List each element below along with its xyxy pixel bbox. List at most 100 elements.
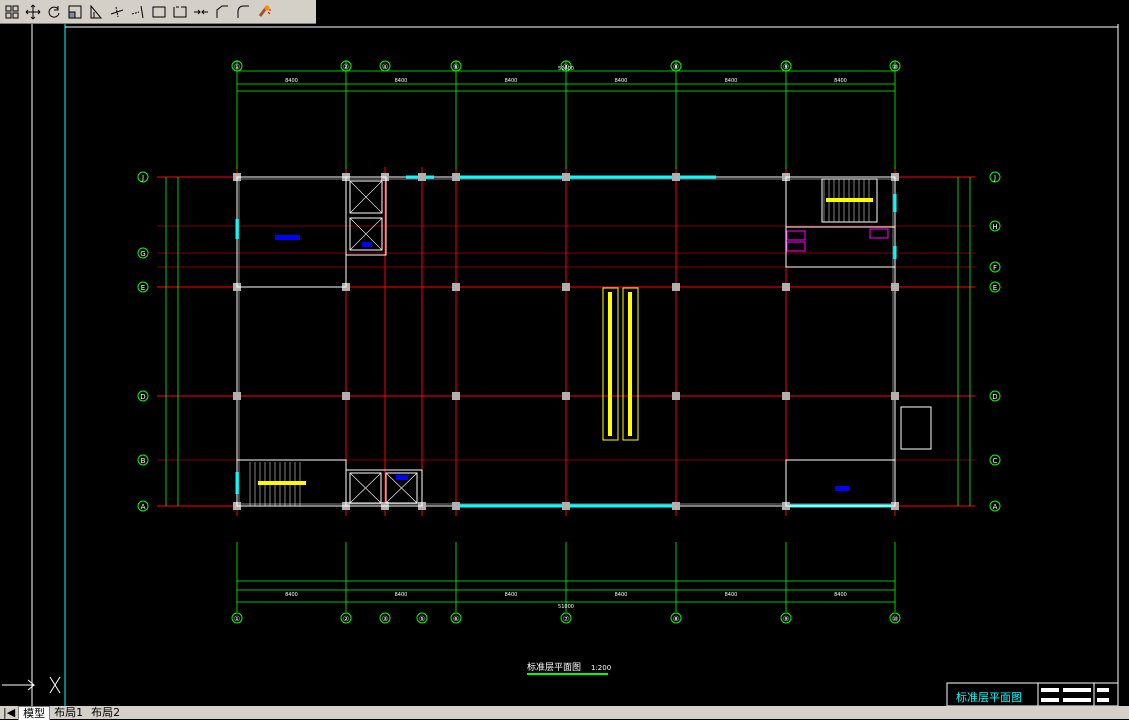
axis-label: C — [993, 457, 998, 465]
dimension-text: 8400 — [725, 78, 738, 84]
toilet-block — [785, 226, 896, 268]
axis-label: A — [993, 503, 998, 511]
title-block-title: 标准层平面图 — [956, 690, 1022, 704]
stretch-icon[interactable] — [86, 2, 106, 22]
dimension-text: 8400 — [725, 592, 738, 598]
axis-label: ⑨ — [783, 63, 789, 71]
structural-column — [891, 283, 899, 291]
axis-label: A — [141, 503, 146, 511]
axis-label: ⑧ — [673, 615, 679, 623]
structural-column — [672, 502, 680, 510]
elevator-cross — [349, 472, 382, 504]
ucs-icon — [2, 676, 61, 694]
toilet-fixture — [786, 241, 806, 252]
break-at-point-icon[interactable] — [170, 2, 190, 22]
axis-label: D — [992, 393, 997, 401]
structural-column — [672, 283, 680, 291]
axis-label: E — [141, 284, 145, 292]
structural-column — [562, 283, 570, 291]
title-block: 标准层平面图 — [946, 682, 1119, 707]
explode-icon[interactable] — [254, 2, 274, 22]
axis-label: J — [993, 174, 996, 182]
cad-drawing[interactable]: ① ② ④ ⑥ ⑦ ⑧ ⑨ ⑩① ② ③ ⑤ ⑥ ⑦ ⑧ ⑨ ⑩JGEDBAJHFEDCA5100051000… — [0, 24, 1129, 707]
room-label — [275, 235, 300, 240]
axis-label: ④ — [382, 63, 388, 71]
axis-label: ⑨ — [783, 615, 789, 623]
structural-column — [342, 392, 350, 400]
room-wall — [236, 176, 347, 288]
axis-label: ① — [234, 615, 240, 623]
axis-label: G — [140, 250, 145, 258]
axis-label: ⑦ — [563, 615, 569, 623]
axis-label: F — [993, 264, 997, 272]
axis-label: ⑥ — [453, 63, 459, 71]
dimension-text: 8400 — [834, 78, 847, 84]
trim-icon[interactable] — [107, 2, 127, 22]
axis-label: ② — [343, 615, 349, 623]
dimension-text: 8400 — [395, 78, 408, 84]
structural-column — [452, 173, 460, 181]
structural-column — [562, 392, 570, 400]
drawing-title-text: 标准层平面图 — [527, 661, 581, 673]
scale-icon[interactable] — [65, 2, 85, 22]
dimension-text: 8400 — [834, 592, 847, 598]
axis-label: E — [993, 284, 997, 292]
extend-icon[interactable] — [128, 2, 148, 22]
axis-label: ⑩ — [892, 615, 898, 623]
room-wall — [785, 459, 896, 507]
axis-label: ② — [343, 63, 349, 71]
drawing-canvas[interactable]: ① ② ④ ⑥ ⑦ ⑧ ⑨ ⑩ ① ② ③ ⑤ ⑥ ⑦ ⑧ ⑨ ⑩ J G E D B A J H F E D C A 51000 51000… — [0, 24, 1129, 707]
axis-label: H — [992, 223, 997, 231]
dimension-text: 8400 — [505, 592, 518, 598]
dimension-text: 51000 — [558, 604, 574, 610]
dimension-text: 8400 — [615, 78, 628, 84]
tab-model[interactable]: 模型 — [18, 705, 51, 720]
axis-label: ⑤ — [419, 615, 425, 623]
chamfer-icon[interactable] — [212, 2, 232, 22]
drawing-title: 标准层平面图 1:200 — [527, 661, 611, 675]
room-label — [396, 475, 408, 480]
structural-column — [562, 173, 570, 181]
tab-nav-arrows[interactable]: |◀ — [0, 706, 18, 719]
dimension-text: 8400 — [395, 592, 408, 598]
structural-column — [562, 502, 570, 510]
dimension-text: 8400 — [285, 78, 298, 84]
rotate-icon[interactable] — [44, 2, 64, 22]
structural-column — [891, 392, 899, 400]
move-icon[interactable] — [23, 2, 43, 22]
structural-column — [672, 173, 680, 181]
axis-label: B — [141, 457, 146, 465]
fillet-icon[interactable] — [233, 2, 253, 22]
structural-column — [418, 173, 426, 181]
axis-label: ⑥ — [453, 615, 459, 623]
toilet-fixture — [869, 228, 889, 239]
structural-column — [782, 283, 790, 291]
floor-plan: ① ② ④ ⑥ ⑦ ⑧ ⑨ ⑩① ② ③ ⑤ ⑥ ⑦ ⑧ ⑨ ⑩JGEDBAJHFEDCA5100051000… — [137, 60, 1001, 624]
elevator-shaft — [345, 469, 423, 507]
dimension-text: 8400 — [505, 78, 518, 84]
dimension-text: 8400 — [615, 592, 628, 598]
structural-column — [782, 392, 790, 400]
room-label — [835, 486, 849, 491]
shaft-box — [900, 406, 932, 450]
toolbar-empty-area — [316, 0, 1129, 24]
toolbar — [0, 0, 316, 24]
elevator-cross — [349, 180, 383, 214]
structural-column — [452, 392, 460, 400]
axis-label: ⑩ — [892, 63, 898, 71]
tab-layout2[interactable]: 布局2 — [87, 706, 124, 719]
axis-label: ③ — [382, 615, 388, 623]
axis-label: D — [140, 393, 145, 401]
tab-layout1[interactable]: 布局1 — [50, 706, 87, 719]
room-label — [362, 242, 372, 247]
break-icon[interactable] — [149, 2, 169, 22]
axis-label: ⑧ — [673, 63, 679, 71]
join-icon[interactable] — [191, 2, 211, 22]
layout-tab-bar: |◀ 模型 布局1 布局2 — [0, 705, 1129, 720]
axis-label: J — [141, 174, 144, 182]
axis-label: ① — [234, 63, 240, 71]
structural-column — [452, 502, 460, 510]
grid-icon[interactable] — [2, 2, 22, 22]
dimension-text: 8400 — [285, 592, 298, 598]
structural-column — [233, 392, 241, 400]
